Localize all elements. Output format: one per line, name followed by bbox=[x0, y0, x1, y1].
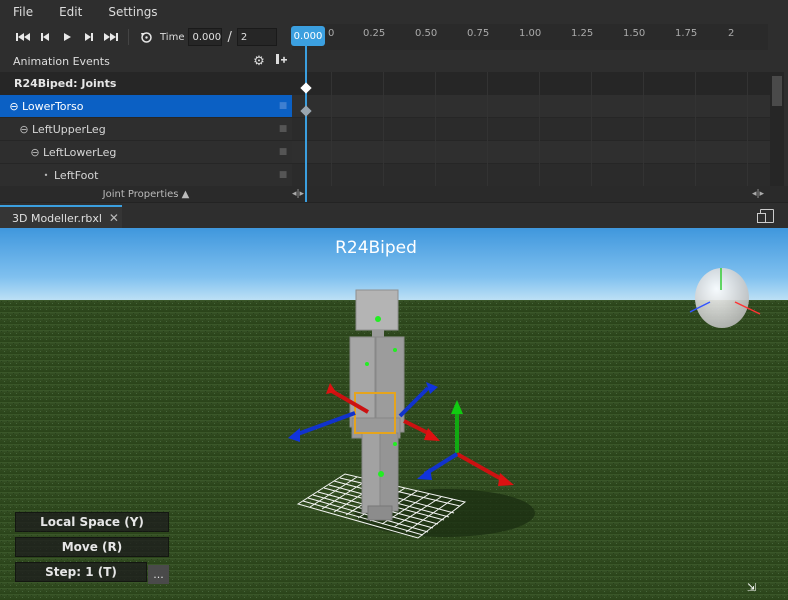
bullet-icon: • bbox=[43, 170, 49, 180]
track-row bbox=[292, 72, 770, 95]
joint-tree: R24Biped: Joints ⊖ LowerTorso ■ ⊖ LeftUp… bbox=[0, 72, 292, 187]
cursor-icon: ⇲ bbox=[747, 581, 757, 594]
tree-row-lowertorso[interactable]: ⊖ LowerTorso ■ bbox=[0, 95, 292, 118]
current-time-input[interactable]: 0.000 bbox=[188, 28, 223, 46]
tree-row-leftupperleg[interactable]: ⊖ LeftUpperLeg ■ bbox=[0, 118, 292, 141]
lock-icon[interactable]: ■ bbox=[274, 147, 292, 157]
gear-icon[interactable]: ⚙ bbox=[248, 54, 270, 69]
grid-line bbox=[591, 72, 592, 186]
grid-line bbox=[383, 72, 384, 186]
model-name-label: R24Biped bbox=[335, 238, 417, 258]
step-button[interactable]: Step: 1 (T) bbox=[15, 562, 147, 582]
track-row bbox=[292, 95, 770, 118]
tick-label: 1.50 bbox=[623, 28, 646, 39]
playback-toolbar: Time 0.000 / 2 bbox=[0, 24, 292, 50]
scroll-left-icon[interactable]: ◂|▸ bbox=[292, 189, 304, 199]
menu-settings[interactable]: Settings bbox=[95, 5, 170, 19]
joint-name: LeftLowerLeg bbox=[43, 145, 117, 159]
track-row bbox=[292, 118, 770, 141]
document-tab-bar: 3D Modeller.rbxl ✕ bbox=[0, 202, 788, 229]
tab-title: 3D Modeller.rbxl bbox=[12, 211, 102, 225]
playhead-line[interactable] bbox=[305, 46, 307, 202]
tick-label: 1.75 bbox=[675, 28, 698, 39]
menu-edit[interactable]: Edit bbox=[46, 5, 95, 19]
tree-header-row[interactable]: R24Biped: Joints bbox=[0, 72, 292, 95]
time-separator: / bbox=[227, 29, 232, 45]
grid-line bbox=[747, 72, 748, 186]
grid-line bbox=[331, 72, 332, 186]
grid-line bbox=[435, 72, 436, 186]
track-row bbox=[292, 164, 770, 186]
grid-line bbox=[487, 72, 488, 186]
tick-label: 2 bbox=[728, 28, 735, 39]
menu-file[interactable]: File bbox=[0, 5, 46, 19]
time-label: Time bbox=[160, 31, 185, 43]
collapse-icon[interactable]: ⊖ bbox=[29, 146, 41, 159]
step-forward-icon[interactable] bbox=[78, 28, 100, 46]
end-time-input[interactable]: 2 bbox=[236, 28, 277, 46]
skip-to-end-icon[interactable] bbox=[100, 28, 122, 46]
animation-events-label: Animation Events bbox=[13, 54, 110, 68]
vertical-scrollbar[interactable] bbox=[770, 72, 784, 186]
tick-label: 1.25 bbox=[571, 28, 594, 39]
tree-row-leftfoot[interactable]: • LeftFoot ■ bbox=[0, 164, 292, 187]
3d-viewport[interactable]: R24Biped Local Space (Y) Move (R) Step: … bbox=[0, 228, 788, 600]
scrollbar-thumb[interactable] bbox=[772, 76, 782, 106]
joint-name: LeftFoot bbox=[54, 168, 99, 182]
collapse-icon[interactable]: ⊖ bbox=[8, 100, 20, 113]
lock-icon[interactable]: ■ bbox=[274, 124, 292, 134]
document-tab[interactable]: 3D Modeller.rbxl ✕ bbox=[0, 205, 122, 229]
step-more-button[interactable]: ... bbox=[148, 565, 169, 584]
move-button[interactable]: Move (R) bbox=[15, 537, 169, 557]
grid-line bbox=[695, 72, 696, 186]
grid-line bbox=[643, 72, 644, 186]
local-space-button[interactable]: Local Space (Y) bbox=[15, 512, 169, 532]
tick-label: 0 bbox=[328, 28, 335, 39]
tick-label: 0.25 bbox=[363, 28, 386, 39]
track-row bbox=[292, 141, 770, 164]
joint-name: LeftUpperLeg bbox=[32, 122, 106, 136]
tick-label: 0.75 bbox=[467, 28, 490, 39]
grid-line bbox=[539, 72, 540, 186]
loop-icon[interactable] bbox=[135, 28, 157, 46]
tree-row-leftlowerleg[interactable]: ⊖ LeftLowerLeg ■ bbox=[0, 141, 292, 164]
scroll-right-icon[interactable]: ◂|▸ bbox=[752, 189, 764, 199]
timeline-ruler[interactable]: 0 0.25 0.50 0.75 1.00 1.25 1.50 1.75 2 bbox=[292, 24, 768, 50]
toolbar-divider bbox=[128, 29, 129, 45]
joint-name: LowerTorso bbox=[22, 99, 84, 113]
close-icon[interactable]: ✕ bbox=[109, 211, 119, 225]
tick-label: 0.50 bbox=[415, 28, 438, 39]
lock-icon[interactable]: ■ bbox=[274, 101, 292, 111]
animation-events-row: Animation Events ⚙ bbox=[0, 50, 292, 72]
play-icon[interactable] bbox=[56, 28, 78, 46]
restore-window-icon[interactable] bbox=[757, 209, 774, 223]
keyframe-track-area[interactable] bbox=[292, 72, 770, 186]
tick-label: 1.00 bbox=[519, 28, 542, 39]
skip-to-start-icon[interactable] bbox=[12, 28, 34, 46]
joint-properties-toggle[interactable]: Joint Properties ▲ bbox=[0, 186, 292, 202]
step-back-icon[interactable] bbox=[34, 28, 56, 46]
collapse-icon[interactable]: ⊖ bbox=[18, 123, 30, 136]
rig-title: R24Biped: Joints bbox=[14, 76, 117, 90]
menu-bar: File Edit Settings bbox=[0, 0, 788, 24]
panel-footer: Joint Properties ▲ ◂|▸ ◂|▸ bbox=[0, 186, 788, 202]
lock-icon[interactable]: ■ bbox=[274, 170, 292, 180]
playhead-time-indicator[interactable]: 0.000 bbox=[291, 26, 325, 46]
animation-editor-panel: Time 0.000 / 2 0 0.25 0.50 0.75 1.00 1.2… bbox=[0, 24, 788, 202]
add-event-icon[interactable] bbox=[270, 53, 292, 69]
